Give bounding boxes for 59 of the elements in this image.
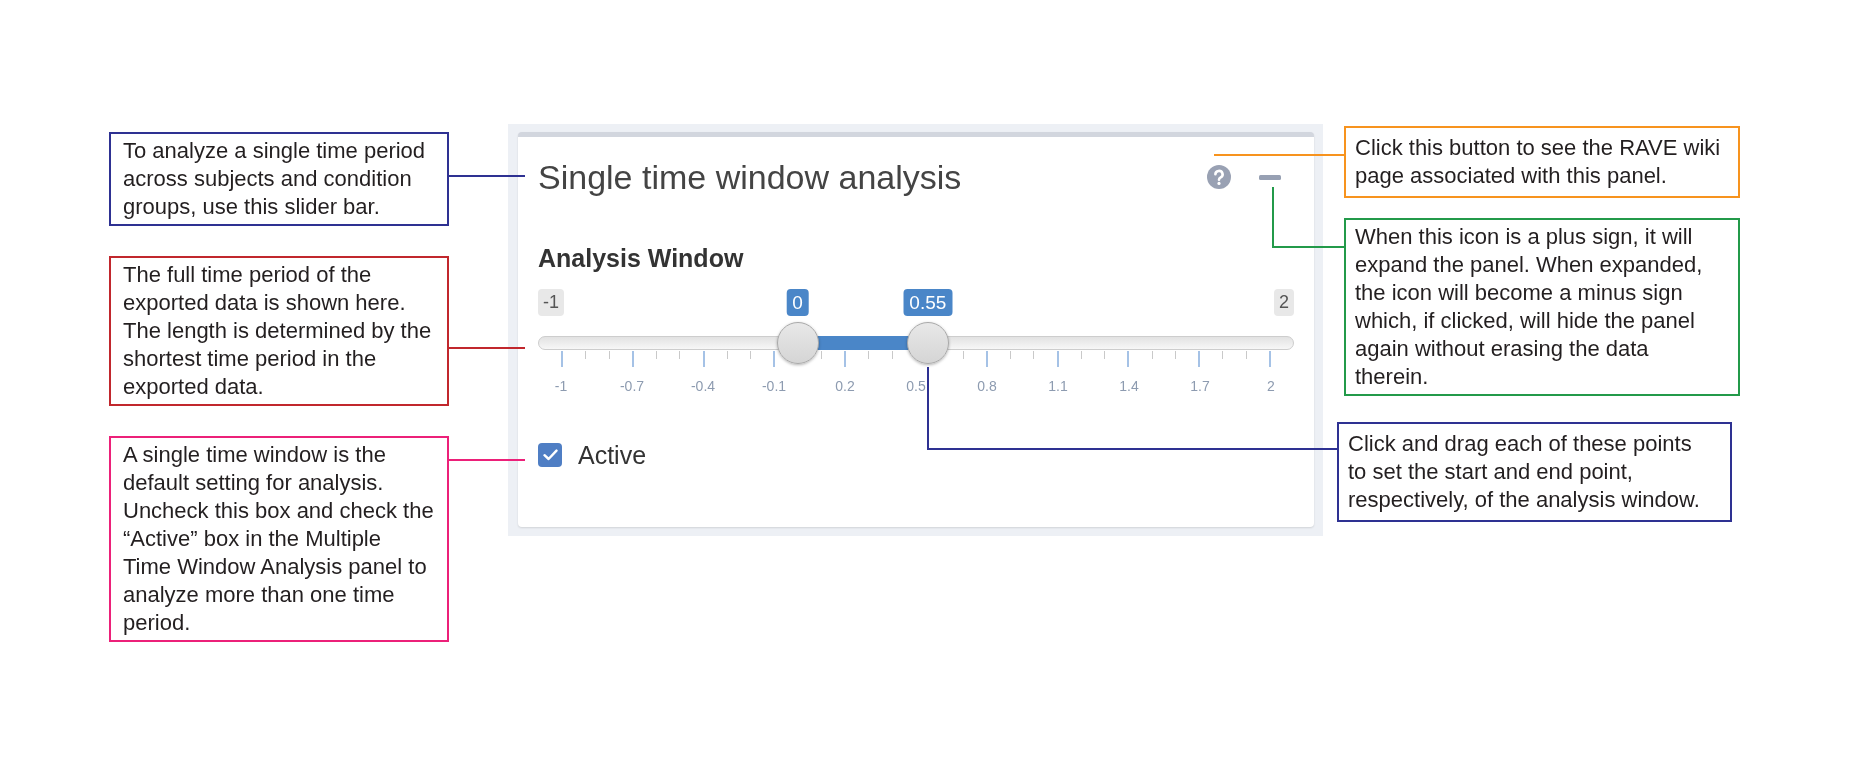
- tick-mark: [561, 351, 563, 367]
- tick-mark: [1174, 351, 1176, 359]
- tick-label: 1.4: [1118, 377, 1140, 395]
- tick-mark: [702, 351, 705, 367]
- callout: To analyze a single time period across subjects and condition groups, use this slider bar.: [109, 132, 449, 226]
- tick-label: -0.7: [618, 377, 646, 395]
- tick-mark: [1104, 351, 1106, 359]
- slider-max-label: 2: [1274, 289, 1294, 316]
- tick-mark: [1056, 351, 1059, 367]
- checkbox-label[interactable]: Active: [578, 440, 647, 470]
- callout: A single time window is the default setting for analysis. Uncheck this box and check the “Active” box in the Multiple Time Window Analysis panel to analyze more than one time period.: [109, 436, 449, 642]
- tick-mark: [1268, 351, 1271, 367]
- tick-label: 2: [1266, 377, 1276, 395]
- callout: When this icon is a plus sign, it will expand the panel. When expanded, the icon will become a minus sign which, if clicked, will hide the panel again without erasing the data therein.: [1344, 218, 1740, 396]
- slider-label: Analysis Window: [538, 243, 745, 273]
- tick-label: 1.1: [1047, 377, 1069, 395]
- tick-mark: [608, 351, 610, 359]
- checkmark-icon: [542, 449, 558, 461]
- tick-mark: [985, 351, 988, 367]
- tick-mark: [750, 351, 752, 359]
- tick-mark: [1033, 351, 1035, 359]
- tick-mark: [585, 351, 587, 359]
- tick-mark: [1127, 351, 1130, 367]
- tick-mark: [1198, 351, 1201, 367]
- tick-label: -1: [553, 377, 569, 395]
- tick-mark: [1222, 351, 1224, 359]
- tick-mark: [891, 351, 893, 359]
- tick-mark: [962, 351, 964, 359]
- tick-label: -0.4: [689, 377, 717, 395]
- tick-mark: [679, 351, 681, 359]
- tick-mark: [820, 351, 822, 359]
- tick-mark: [1010, 351, 1012, 359]
- slider-value-label: 0: [786, 289, 809, 316]
- slider-value-label: 0.55: [903, 289, 953, 316]
- checkbox[interactable]: [538, 443, 562, 467]
- slider-handle[interactable]: [906, 322, 949, 364]
- tick-label: 0.2: [834, 377, 856, 395]
- leader-line: [1272, 187, 1344, 248]
- tick-mark: [1080, 351, 1082, 359]
- slider-track[interactable]: [538, 321, 1294, 365]
- callout: Click this button to see the RAVE wiki page associated with this panel.: [1344, 126, 1740, 198]
- callout: Click and drag each of these points to set the start and end point, respectively, of the analysis window.: [1337, 422, 1732, 522]
- help-icon: [1207, 165, 1231, 189]
- tick-label: 0.5: [905, 377, 927, 395]
- slider-min-label: -1: [538, 289, 564, 316]
- callout: The full time period of the exported data is shown here. The length is determined by the shortest time period in the exported data.: [109, 256, 449, 406]
- tick-mark: [844, 351, 847, 367]
- tick-mark: [1245, 351, 1247, 359]
- tick-mark: [656, 351, 658, 359]
- tick-mark: [773, 351, 776, 367]
- tick-label: 0.8: [976, 377, 998, 395]
- tick-label: 1.7: [1189, 377, 1211, 395]
- tick-label: -0.1: [760, 377, 788, 395]
- slider-handle[interactable]: [776, 322, 819, 364]
- panel-title: Single time window analysis: [538, 157, 962, 197]
- tick-mark: [631, 351, 634, 367]
- tick-mark: [726, 351, 728, 359]
- tick-mark: [868, 351, 870, 359]
- tick-mark: [1151, 351, 1153, 359]
